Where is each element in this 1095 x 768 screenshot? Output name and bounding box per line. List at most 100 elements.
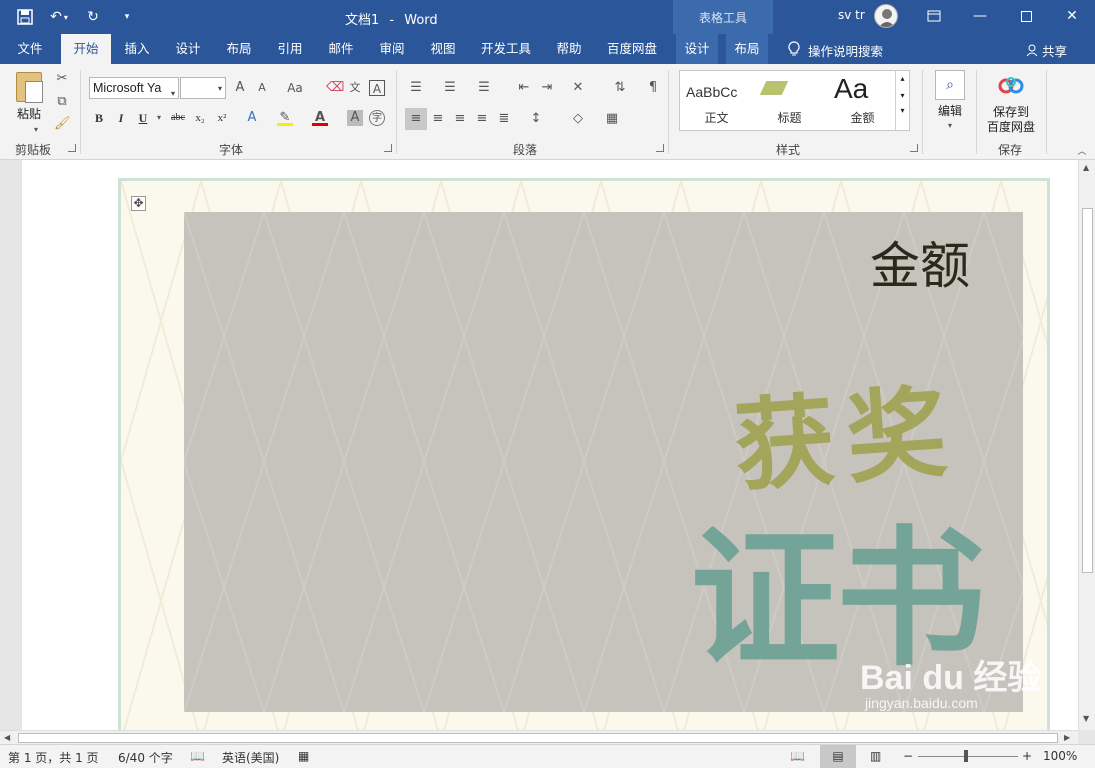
word-count[interactable]: 6/40 个字 bbox=[118, 749, 173, 766]
text-effects-icon[interactable]: A bbox=[244, 110, 260, 126]
align-center-icon[interactable]: ≡ bbox=[430, 111, 446, 127]
vertical-scroll-thumb[interactable] bbox=[1082, 208, 1093, 573]
tab-layout[interactable]: 布局 bbox=[219, 34, 259, 64]
shrink-font-icon[interactable]: A bbox=[254, 80, 270, 96]
style-amount[interactable]: Aa 金额 bbox=[826, 71, 899, 130]
bold-button[interactable]: B bbox=[92, 109, 106, 127]
tab-help[interactable]: 帮助 bbox=[549, 34, 589, 64]
tab-design[interactable]: 设计 bbox=[168, 34, 208, 64]
redo-icon[interactable]: ↻ bbox=[82, 6, 104, 28]
multilevel-list-icon[interactable]: ☰ bbox=[476, 80, 492, 96]
scroll-right-icon[interactable]: ▶ bbox=[1064, 733, 1070, 742]
zoom-in-icon[interactable]: + bbox=[1022, 749, 1032, 763]
horizontal-scroll-thumb[interactable] bbox=[18, 733, 1058, 743]
justify-icon[interactable]: ≡ bbox=[474, 111, 490, 127]
tab-file[interactable]: 文件 bbox=[8, 34, 52, 64]
paste-button[interactable]: 粘贴 bbox=[17, 105, 41, 122]
increase-indent-icon[interactable]: ⇥ bbox=[539, 80, 555, 96]
zoom-slider-thumb[interactable] bbox=[964, 750, 968, 762]
vertical-scrollbar[interactable]: ▲ ▼ bbox=[1078, 160, 1095, 730]
italic-button[interactable]: I bbox=[114, 109, 128, 127]
minimize-button[interactable]: — bbox=[957, 0, 1003, 32]
font-color-icon[interactable]: A bbox=[312, 110, 328, 126]
ribbon-display-icon[interactable] bbox=[911, 0, 957, 32]
character-border-icon[interactable]: A bbox=[369, 80, 385, 96]
change-case-icon[interactable]: Aa bbox=[283, 80, 307, 96]
tab-developer[interactable]: 开发工具 bbox=[474, 34, 538, 64]
save-icon[interactable] bbox=[14, 6, 36, 28]
zoom-out-icon[interactable]: − bbox=[903, 749, 913, 763]
tab-view[interactable]: 视图 bbox=[423, 34, 463, 64]
tell-me-search[interactable]: 操作说明搜索 bbox=[788, 41, 883, 60]
more-styles-icon[interactable]: ▾ bbox=[896, 106, 909, 115]
zoom-slider[interactable] bbox=[918, 756, 1018, 757]
scroll-left-icon[interactable]: ◀ bbox=[4, 733, 10, 742]
macro-icon[interactable]: ▦ bbox=[298, 749, 309, 763]
decrease-indent-icon[interactable]: ⇤ bbox=[516, 80, 532, 96]
close-button[interactable]: ✕ bbox=[1049, 0, 1095, 32]
avatar[interactable] bbox=[874, 4, 898, 28]
collapse-ribbon-icon[interactable]: ︿ bbox=[1074, 144, 1090, 160]
print-layout-icon[interactable]: ▤ bbox=[820, 745, 856, 768]
styles-launcher-icon[interactable] bbox=[910, 144, 918, 152]
tab-insert[interactable]: 插入 bbox=[117, 34, 157, 64]
numbering-icon[interactable]: ☰ bbox=[442, 80, 458, 96]
chevron-down-icon[interactable]: ▾ bbox=[896, 91, 909, 100]
highlight-icon[interactable]: ✎ bbox=[277, 110, 293, 126]
paste-icon[interactable] bbox=[16, 72, 43, 103]
paste-dropdown-icon[interactable]: ▾ bbox=[28, 122, 44, 138]
style-normal[interactable]: AaBbCc 正文 bbox=[680, 71, 753, 130]
line-spacing-icon[interactable]: ↕ bbox=[528, 111, 544, 127]
paragraph-launcher-icon[interactable] bbox=[656, 144, 664, 152]
distributed-icon[interactable]: ≣ bbox=[496, 111, 512, 127]
table-move-handle-icon[interactable]: ✥ bbox=[131, 196, 146, 211]
user-name[interactable]: sv tr bbox=[838, 8, 865, 22]
share-button[interactable]: 共享 bbox=[1026, 41, 1067, 60]
document-page[interactable]: ✥ 金额 获奖 证书 Bai du 经验 jingyan.baidu.com bbox=[22, 160, 1078, 730]
shading-icon[interactable]: ◇ bbox=[570, 111, 586, 127]
undo-icon[interactable]: ↶ ▾ bbox=[48, 6, 70, 28]
web-layout-icon[interactable]: ▥ bbox=[870, 749, 881, 763]
tab-home[interactable]: 开始 bbox=[61, 34, 111, 64]
page-count[interactable]: 第 1 页，共 1 页 bbox=[8, 749, 99, 766]
chevron-up-icon[interactable]: ▴ bbox=[896, 74, 909, 83]
tab-review[interactable]: 审阅 bbox=[372, 34, 412, 64]
cut-icon[interactable]: ✂ bbox=[54, 71, 70, 87]
font-name-input[interactable]: Microsoft Ya ▾ bbox=[89, 77, 179, 99]
underline-button[interactable]: U bbox=[136, 109, 150, 127]
font-launcher-icon[interactable] bbox=[384, 144, 392, 152]
tab-table-design[interactable]: 设计 bbox=[676, 34, 718, 64]
copy-icon[interactable]: ⧉ bbox=[54, 94, 70, 110]
chinese-layout-icon[interactable]: ✕ bbox=[570, 80, 586, 96]
character-shading-icon[interactable]: A bbox=[347, 110, 363, 126]
enclose-characters-icon[interactable]: 字 bbox=[369, 110, 385, 126]
amount-text[interactable]: 金额 bbox=[870, 226, 970, 298]
sort-icon[interactable]: ⇅ bbox=[612, 80, 628, 96]
zoom-level[interactable]: 100% bbox=[1043, 749, 1077, 763]
tab-mailings[interactable]: 邮件 bbox=[321, 34, 361, 64]
strikethrough-button[interactable]: abc bbox=[167, 109, 189, 127]
read-mode-icon[interactable]: 📖 bbox=[790, 749, 805, 763]
award-title[interactable]: 获奖 bbox=[729, 350, 963, 510]
clear-format-icon[interactable]: ⌫ bbox=[326, 80, 344, 96]
superscript-button[interactable]: x² bbox=[213, 109, 231, 127]
tab-table-layout[interactable]: 布局 bbox=[726, 34, 768, 64]
editing-button[interactable]: 编辑 bbox=[934, 104, 966, 119]
phonetic-guide-icon[interactable]: 文 bbox=[347, 80, 363, 96]
scroll-up-icon[interactable]: ▲ bbox=[1083, 163, 1089, 172]
proofing-icon[interactable]: 📖 bbox=[190, 749, 205, 763]
subscript-button[interactable]: x₂ bbox=[191, 109, 209, 127]
tab-references[interactable]: 引用 bbox=[270, 34, 310, 64]
style-heading[interactable]: 标题 bbox=[753, 71, 826, 130]
borders-icon[interactable]: ▦ bbox=[604, 111, 620, 127]
underline-dropdown-icon[interactable]: ▾ bbox=[151, 110, 167, 126]
language[interactable]: 英语(美国) bbox=[222, 749, 279, 766]
editing-dropdown-icon[interactable]: ▾ bbox=[942, 118, 958, 134]
show-marks-icon[interactable]: ¶ bbox=[645, 80, 661, 96]
font-size-input[interactable]: ▾ bbox=[180, 77, 226, 99]
baidu-cloud-icon[interactable] bbox=[998, 76, 1024, 99]
maximize-button[interactable] bbox=[1003, 0, 1049, 32]
horizontal-scrollbar[interactable]: ◀ ▶ bbox=[0, 730, 1078, 744]
save-to-baidu-button[interactable]: 保存到 百度网盘 bbox=[982, 105, 1040, 135]
grow-font-icon[interactable]: A bbox=[232, 80, 248, 96]
